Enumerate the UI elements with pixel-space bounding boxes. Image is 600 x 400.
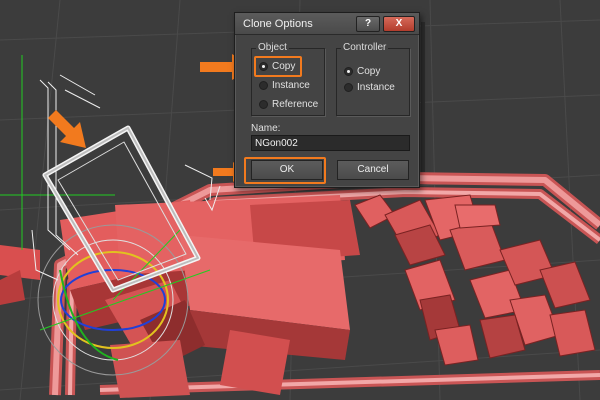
- small-cubes-cluster: [354, 194, 596, 366]
- object-reference-radio[interactable]: Reference: [259, 97, 318, 111]
- radio-dot-icon: [344, 66, 353, 76]
- object-group-label: Object: [256, 42, 289, 53]
- close-button[interactable]: X: [383, 16, 415, 32]
- controller-group-label: Controller: [341, 42, 389, 53]
- radio-label: Instance: [357, 81, 395, 93]
- dialog-titlebar[interactable]: Clone Options ? X: [235, 13, 419, 35]
- help-button[interactable]: ?: [356, 16, 380, 32]
- name-field[interactable]: [251, 135, 410, 151]
- arrow-to-cloned-frame: [48, 110, 86, 148]
- radio-label: Instance: [272, 79, 310, 91]
- controller-instance-radio[interactable]: Instance: [344, 80, 395, 94]
- ok-button-highlight: [244, 157, 326, 184]
- dialog-scroll-strip: [421, 22, 425, 172]
- radio-label: Reference: [272, 98, 319, 110]
- radio-dot-icon: [259, 80, 268, 90]
- controller-copy-radio[interactable]: Copy: [344, 64, 380, 78]
- radio-dot-icon: [259, 99, 268, 109]
- object-instance-radio[interactable]: Instance: [259, 78, 310, 92]
- name-label: Name:: [251, 123, 281, 134]
- controller-group: Controller Copy Instance: [336, 42, 410, 116]
- dialog-title: Clone Options: [243, 18, 313, 30]
- radio-label: Copy: [357, 65, 381, 77]
- cancel-button[interactable]: Cancel: [337, 160, 409, 180]
- radio-dot-icon: [344, 82, 353, 92]
- copy-option-highlight: [254, 56, 302, 77]
